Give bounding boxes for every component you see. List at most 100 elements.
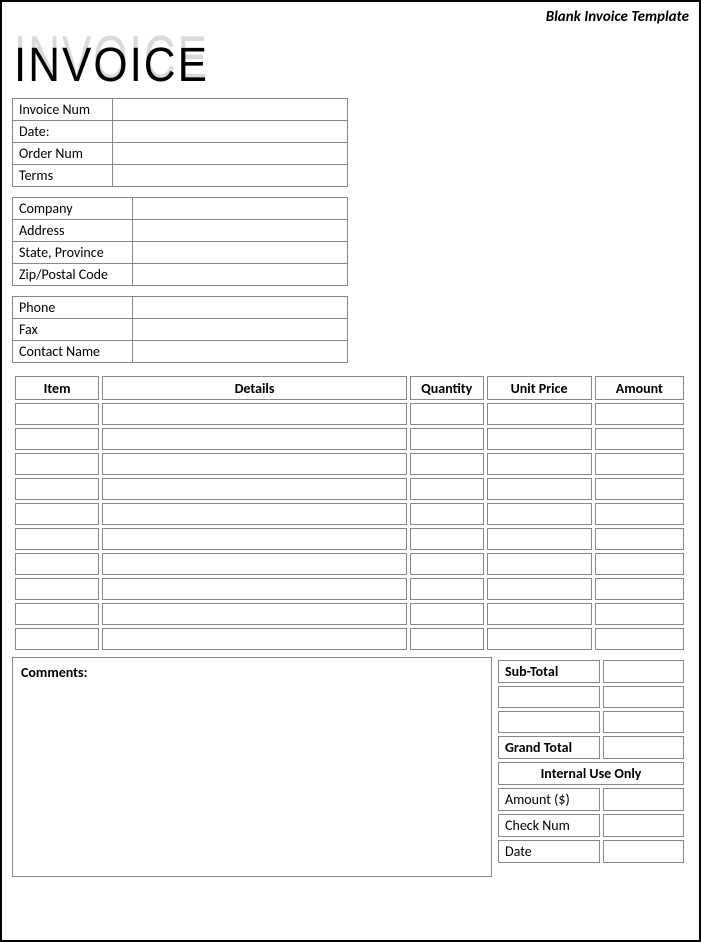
cell-qty[interactable]	[410, 628, 484, 650]
table-row	[15, 553, 684, 575]
company-field[interactable]	[133, 198, 348, 220]
cell-details[interactable]	[102, 553, 407, 575]
comments-label: Comments:	[21, 664, 87, 681]
cell-price[interactable]	[487, 403, 592, 425]
extra2-label[interactable]	[498, 711, 600, 733]
terms-field[interactable]	[113, 165, 348, 187]
internal-use-header: Internal Use Only	[498, 762, 684, 785]
fax-field[interactable]	[133, 319, 348, 341]
amount-label: Amount ($)	[498, 788, 600, 811]
comments-box[interactable]: Comments:	[12, 657, 492, 877]
terms-label: Terms	[13, 165, 113, 187]
cell-qty[interactable]	[410, 453, 484, 475]
cell-details[interactable]	[102, 503, 407, 525]
order-num-field[interactable]	[113, 143, 348, 165]
address-field[interactable]	[133, 220, 348, 242]
cell-details[interactable]	[102, 403, 407, 425]
col-quantity: Quantity	[410, 376, 484, 400]
table-row	[15, 503, 684, 525]
grandtotal-field[interactable]	[603, 736, 684, 759]
check-num-field[interactable]	[603, 814, 684, 837]
cell-amount[interactable]	[595, 578, 684, 600]
table-row	[15, 478, 684, 500]
subtotal-field[interactable]	[603, 660, 684, 683]
extra1-field[interactable]	[603, 686, 684, 708]
cell-details[interactable]	[102, 428, 407, 450]
cell-price[interactable]	[487, 578, 592, 600]
cell-amount[interactable]	[595, 553, 684, 575]
cell-price[interactable]	[487, 503, 592, 525]
extra2-field[interactable]	[603, 711, 684, 733]
cell-item[interactable]	[15, 503, 99, 525]
cell-amount[interactable]	[595, 403, 684, 425]
invoice-info-block: Invoice Num Date: Order Num Terms	[12, 98, 348, 187]
cell-amount[interactable]	[595, 478, 684, 500]
cell-item[interactable]	[15, 578, 99, 600]
bottom-section: Comments: Sub-Total Grand Total Internal…	[12, 657, 687, 877]
cell-price[interactable]	[487, 528, 592, 550]
cell-amount[interactable]	[595, 428, 684, 450]
cell-details[interactable]	[102, 578, 407, 600]
phone-field[interactable]	[133, 297, 348, 319]
cell-details[interactable]	[102, 603, 407, 625]
cell-details[interactable]	[102, 528, 407, 550]
cell-price[interactable]	[487, 453, 592, 475]
col-item: Item	[15, 376, 99, 400]
cell-details[interactable]	[102, 478, 407, 500]
cell-amount[interactable]	[595, 528, 684, 550]
cell-qty[interactable]	[410, 553, 484, 575]
date-field[interactable]	[113, 121, 348, 143]
col-details: Details	[102, 376, 407, 400]
cell-qty[interactable]	[410, 603, 484, 625]
totals-block: Sub-Total Grand Total Internal Use Only …	[495, 657, 687, 877]
cell-details[interactable]	[102, 628, 407, 650]
check-num-label: Check Num	[498, 814, 600, 837]
cell-item[interactable]	[15, 628, 99, 650]
extra1-label[interactable]	[498, 686, 600, 708]
cell-amount[interactable]	[595, 503, 684, 525]
cell-item[interactable]	[15, 603, 99, 625]
cell-item[interactable]	[15, 428, 99, 450]
cell-price[interactable]	[487, 553, 592, 575]
table-row	[15, 528, 684, 550]
state-field[interactable]	[133, 242, 348, 264]
cell-qty[interactable]	[410, 578, 484, 600]
zip-field[interactable]	[133, 264, 348, 286]
cell-price[interactable]	[487, 478, 592, 500]
cell-item[interactable]	[15, 553, 99, 575]
cell-qty[interactable]	[410, 528, 484, 550]
totals-table: Sub-Total Grand Total Internal Use Only …	[495, 657, 687, 866]
cell-item[interactable]	[15, 478, 99, 500]
cell-price[interactable]	[487, 428, 592, 450]
cell-item[interactable]	[15, 403, 99, 425]
cell-item[interactable]	[15, 528, 99, 550]
cell-details[interactable]	[102, 453, 407, 475]
cell-amount[interactable]	[595, 628, 684, 650]
cell-qty[interactable]	[410, 403, 484, 425]
table-row	[15, 403, 684, 425]
contact-name-field[interactable]	[133, 341, 348, 363]
cell-price[interactable]	[487, 628, 592, 650]
cell-item[interactable]	[15, 453, 99, 475]
cell-qty[interactable]	[410, 503, 484, 525]
cell-amount[interactable]	[595, 453, 684, 475]
items-table: Item Details Quantity Unit Price Amount	[12, 373, 687, 653]
contact-name-label: Contact Name	[13, 341, 133, 363]
invoice-num-label: Invoice Num	[13, 99, 113, 121]
cell-qty[interactable]	[410, 428, 484, 450]
invoice-num-field[interactable]	[113, 99, 348, 121]
grandtotal-label: Grand Total	[498, 736, 600, 759]
logo-text: INVOICE	[14, 38, 209, 93]
col-amount: Amount	[595, 376, 684, 400]
date-label: Date:	[13, 121, 113, 143]
zip-label: Zip/Postal Code	[13, 264, 133, 286]
state-label: State, Province	[13, 242, 133, 264]
company-label: Company	[13, 198, 133, 220]
amount-field[interactable]	[603, 788, 684, 811]
cell-price[interactable]	[487, 603, 592, 625]
table-row	[15, 628, 684, 650]
internal-date-field[interactable]	[603, 840, 684, 863]
cell-amount[interactable]	[595, 603, 684, 625]
cell-qty[interactable]	[410, 478, 484, 500]
subtotal-label: Sub-Total	[498, 660, 600, 683]
